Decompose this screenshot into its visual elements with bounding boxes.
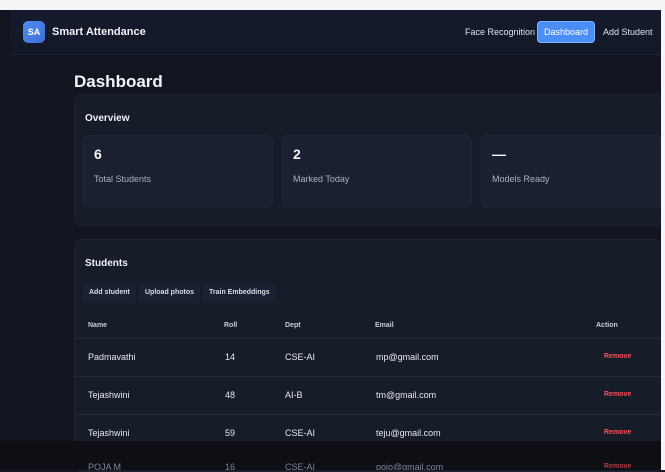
table-row: Padmavathi 14 CSE-AI mp@gmail.com Remove [74, 338, 661, 377]
remove-button[interactable]: Remove [600, 460, 635, 470]
student-roll: 16 [225, 462, 236, 470]
column-header-email: Email [375, 322, 394, 329]
students-title: Students [85, 258, 128, 269]
student-roll: 59 [225, 428, 236, 438]
stat-total-students: 6 Total Students [83, 135, 273, 207]
stat-value: — [492, 146, 506, 162]
app-logo: SA [23, 21, 45, 43]
stat-marked-today: 2 Marked Today [282, 135, 472, 207]
top-navigation-bar: SA Smart Attendance Face Recognition Das… [10, 10, 661, 55]
student-roll: 48 [225, 390, 236, 400]
student-email: tm@gmail.com [376, 390, 437, 400]
table-row: Tejashwini 48 AI-B tm@gmail.com Remove [74, 376, 661, 415]
remove-button[interactable]: Remove [600, 350, 635, 363]
student-email: teju@gmail.com [376, 428, 441, 438]
column-header-roll: Roll [224, 322, 238, 329]
page-title: Dashboard [74, 72, 163, 92]
window-right-edge [661, 0, 665, 470]
remove-button[interactable]: Remove [600, 426, 635, 439]
nav-face-recognition[interactable]: Face Recognition [458, 21, 542, 43]
window-top-edge [0, 0, 665, 10]
student-name: POJA M [88, 462, 122, 470]
stat-label: Total Students [94, 174, 152, 184]
nav-add-student[interactable]: Add Student [596, 21, 660, 43]
app-title: Smart Attendance [52, 26, 146, 38]
add-student-button[interactable]: Add student [83, 283, 136, 303]
stat-value: 2 [293, 146, 301, 162]
student-name: Tejashwini [88, 390, 130, 400]
student-dept: CSE-AI [285, 352, 316, 362]
student-email: mp@gmail.com [376, 352, 439, 362]
stat-value: 6 [94, 146, 102, 162]
column-header-dept: Dept [285, 322, 301, 329]
student-name: Tejashwini [88, 428, 130, 438]
overview-card: Overview 6 Total Students 2 Marked Today… [74, 94, 664, 226]
partially-visible-row-area: POJA M 16 CSE-AI pojo@gmail.com Remove [0, 441, 665, 470]
stat-label: Models Ready [492, 174, 550, 184]
student-email: pojo@gmail.com [376, 462, 444, 470]
column-header-name: Name [88, 322, 108, 329]
table-row: Tejashwini 59 CSE-AI teju@gmail.com Remo… [74, 414, 661, 442]
upload-photos-button[interactable]: Upload photos [139, 283, 200, 303]
student-dept: AI-B [285, 390, 303, 400]
column-header-action: Action [596, 322, 618, 329]
stat-models-ready: — Models Ready [481, 135, 664, 207]
stat-label: Marked Today [293, 174, 350, 184]
student-dept: CSE-AI [285, 462, 316, 470]
remove-button[interactable]: Remove [600, 388, 635, 401]
student-dept: CSE-AI [285, 428, 316, 438]
train-embeddings-button[interactable]: Train Embeddings [203, 283, 276, 303]
overview-title: Overview [85, 113, 130, 124]
table-row: POJA M 16 CSE-AI pojo@gmail.com Remove [74, 462, 661, 470]
student-name: Padmavathi [88, 352, 136, 362]
student-roll: 14 [225, 352, 236, 362]
nav-dashboard[interactable]: Dashboard [537, 21, 596, 43]
